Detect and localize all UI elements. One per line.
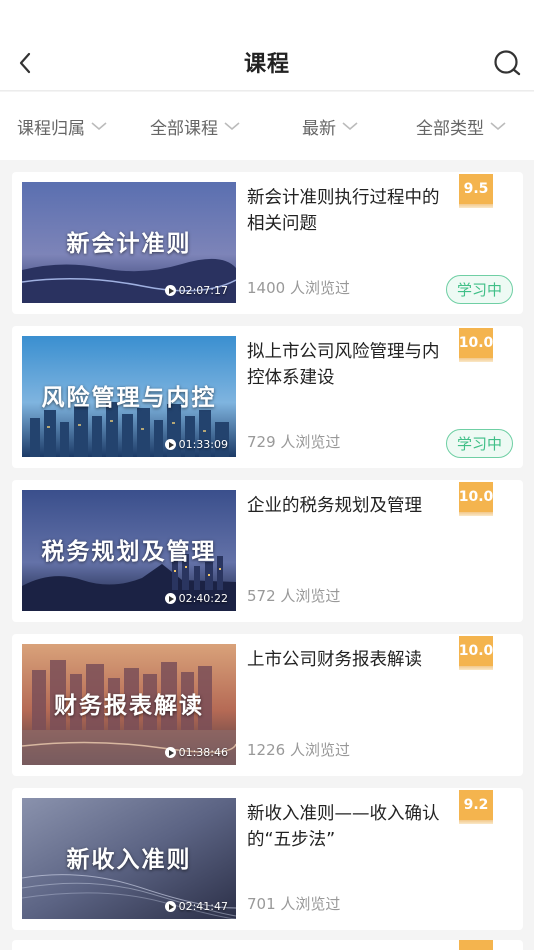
filter-sort-latest[interactable]: 最新 (302, 92, 359, 160)
course-title: 新收入准则——收入确认的“五步法” (247, 804, 440, 850)
chevron-down-icon (490, 122, 506, 131)
score-badge: 9.2 (459, 790, 493, 824)
header-bar: 课程 (0, 0, 534, 91)
course-card[interactable]: 财务报表解读 01:38:46 上市公司财务报表解读 1226 人浏览过 10.… (12, 634, 523, 776)
view-count: 729 人浏览过 (247, 433, 341, 451)
search-icon (494, 50, 521, 76)
filter-bar: 课程归属 全部课程 最新 全部类型 (0, 92, 534, 160)
course-card[interactable]: 新会计准则 02:07:17 新会计准则执行过程中的相关问题 1400 人浏览过… (12, 172, 523, 314)
thumbnail-title: 新会计准则 (66, 230, 192, 257)
course-title: 拟上市公司风险管理与内控体系建设 (247, 342, 440, 388)
course-title: 新会计准则执行过程中的相关问题 (247, 188, 440, 234)
filter-label: 全部类型 (416, 118, 484, 139)
play-icon (164, 439, 176, 450)
chevron-down-icon (342, 122, 358, 131)
course-title: 上市公司财务报表解读 (247, 650, 422, 670)
score-badge (459, 940, 493, 950)
course-card[interactable]: 税务规划及管理 02:40:22 企业的税务规划及管理 572 人浏览过 10.… (12, 480, 523, 622)
play-icon (164, 747, 176, 758)
course-list: 新会计准则 02:07:17 新会计准则执行过程中的相关问题 1400 人浏览过… (12, 172, 523, 942)
play-icon (164, 285, 176, 296)
play-icon (164, 593, 176, 604)
filter-label: 课程归属 (17, 118, 85, 139)
view-count: 1400 人浏览过 (247, 279, 350, 297)
score-badge: 9.5 (459, 174, 493, 208)
thumbnail-title: 新收入准则 (66, 846, 192, 873)
score-badge: 10.0 (459, 636, 493, 670)
score-badge: 10.0 (459, 328, 493, 362)
view-count: 701 人浏览过 (247, 895, 341, 913)
course-thumbnail: 财务报表解读 01:38:46 (22, 644, 236, 765)
filter-course-ownership[interactable]: 课程归属 (17, 92, 108, 160)
score-badge: 10.0 (459, 482, 493, 516)
video-duration: 01:33:09 (164, 438, 228, 451)
filter-label: 全部课程 (150, 118, 218, 139)
video-duration: 02:07:17 (164, 284, 228, 297)
course-title: 企业的税务规划及管理 (247, 496, 422, 516)
page-title: 课程 (243, 52, 290, 77)
course-thumbnail: 新收入准则 02:41:47 (22, 798, 236, 919)
course-thumbnail: 新会计准则 02:07:17 (22, 182, 236, 303)
course-thumbnail: 风险管理与内控 01:33:09 (22, 336, 236, 457)
filter-all-types[interactable]: 全部类型 (416, 92, 507, 160)
course-card[interactable]: 新收入准则 02:41:47 新收入准则——收入确认的“五步法” 701 人浏览… (12, 788, 523, 930)
status-badge: 学习中 (445, 275, 513, 304)
filter-all-courses[interactable]: 全部课程 (150, 92, 241, 160)
video-duration: 01:38:46 (164, 746, 228, 759)
video-duration: 02:41:47 (164, 900, 228, 913)
thumbnail-title: 税务规划及管理 (41, 538, 217, 565)
status-badge: 学习中 (445, 429, 513, 458)
filter-label: 最新 (302, 118, 336, 139)
thumbnail-title: 风险管理与内控 (41, 384, 217, 411)
video-duration: 02:40:22 (164, 592, 228, 605)
course-card-partial[interactable] (12, 940, 523, 950)
course-thumbnail: 税务规划及管理 02:40:22 (22, 490, 236, 611)
search-button[interactable] (492, 48, 522, 78)
chevron-down-icon (224, 122, 240, 131)
chevron-down-icon (91, 122, 107, 131)
view-count: 572 人浏览过 (247, 587, 341, 605)
course-card[interactable]: 风险管理与内控 01:33:09 拟上市公司风险管理与内控体系建设 729 人浏… (12, 326, 523, 468)
play-icon (164, 901, 176, 912)
thumbnail-title: 财务报表解读 (54, 692, 204, 719)
view-count: 1226 人浏览过 (247, 741, 350, 759)
